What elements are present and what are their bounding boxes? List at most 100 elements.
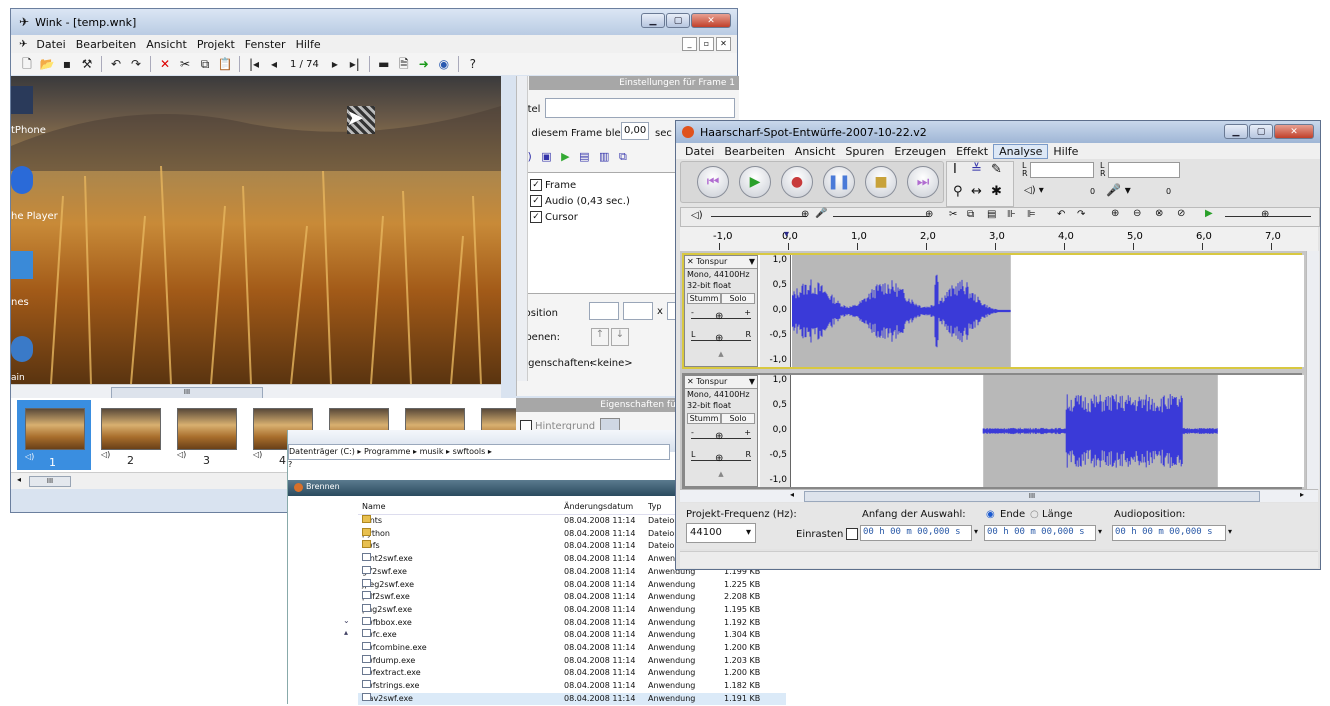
hscroll-thumb[interactable]: III bbox=[804, 491, 1260, 502]
pan-thumb[interactable]: ⊕ bbox=[715, 453, 723, 464]
position-x-input[interactable] bbox=[589, 302, 619, 320]
timeshift-tool-icon[interactable]: ↔ bbox=[971, 184, 982, 199]
burn-icon[interactable] bbox=[294, 483, 303, 492]
nav-scroll-up-icon[interactable]: ▴ bbox=[344, 628, 348, 637]
mute-button[interactable]: Stumm bbox=[687, 413, 721, 424]
chevron-down-icon[interactable]: ▾ bbox=[746, 527, 751, 538]
radio-ende[interactable]: ◉ bbox=[986, 509, 995, 520]
skip-start-button[interactable]: ⏮ bbox=[697, 166, 729, 198]
frame-canvas[interactable]: tPhone he Player nes ain ➤ bbox=[11, 76, 501, 384]
audio-track[interactable]: ✕ Tonspur ▼ Mono, 44100Hz 32-bit float Stum… bbox=[682, 253, 1304, 369]
frame-tool-icon[interactable]: ▥ bbox=[599, 150, 609, 163]
explorer-help-mark[interactable]: ? bbox=[288, 460, 292, 469]
paste-icon[interactable]: 📋 bbox=[217, 56, 233, 72]
silence-tool-icon[interactable]: ⊫ bbox=[1027, 209, 1036, 220]
save-icon[interactable]: ▪ bbox=[59, 56, 75, 72]
audio-track[interactable]: ✕ Tonspur ▼ Mono, 44100Hz 32-bit float Stum… bbox=[682, 373, 1304, 489]
pan-thumb[interactable]: ⊕ bbox=[715, 333, 723, 344]
selection-start-time[interactable]: 00 h 00 m 00,000 s bbox=[860, 525, 972, 541]
position-y-input[interactable] bbox=[623, 302, 653, 320]
layer-down-button[interactable]: ↓ bbox=[611, 328, 629, 346]
header-name[interactable]: Name bbox=[362, 500, 386, 514]
wink-menu-fenster[interactable]: Fenster bbox=[240, 38, 291, 51]
frame-thumbnail-3[interactable] bbox=[177, 408, 237, 450]
stop-button[interactable]: ■ bbox=[865, 166, 897, 198]
audacity-menu-effekt[interactable]: Effekt bbox=[951, 145, 993, 158]
skip-end-button[interactable]: ⏭ bbox=[907, 166, 939, 198]
open-folder-icon[interactable]: 📂 bbox=[39, 56, 55, 72]
wink-titlebar[interactable]: ✈ Wink - [temp.wnk] ▁ ▢ ✕ bbox=[11, 9, 737, 35]
track-collapse-icon[interactable]: ▲ bbox=[685, 350, 757, 358]
audacity-menu-spuren[interactable]: Spuren bbox=[840, 145, 889, 158]
audacity-titlebar[interactable]: Haarscharf-Spot-Entwürfe-2007-10-22.v2 ▁… bbox=[676, 121, 1320, 143]
play-speed-thumb[interactable]: ⊕ bbox=[1261, 209, 1269, 220]
maximize-icon[interactable]: ▢ bbox=[666, 13, 690, 28]
track-name[interactable]: Tonspur bbox=[694, 377, 727, 386]
wink-menu-hilfe[interactable]: Hilfe bbox=[291, 38, 326, 51]
check-cursor-box[interactable]: ✓ bbox=[530, 211, 542, 223]
file-row[interactable]: swfstrings.exe 08.04.2008 11:14 Anwendung 1… bbox=[358, 680, 786, 693]
file-row[interactable]: pdf2swf.exe 08.04.2008 11:14 Anwendung 2.20… bbox=[358, 591, 786, 604]
button-tool-icon[interactable]: ▶ bbox=[561, 150, 569, 163]
minimize-icon[interactable]: ▁ bbox=[641, 13, 665, 28]
output-meter-bar[interactable] bbox=[1030, 162, 1094, 178]
delete-icon[interactable]: ✕ bbox=[157, 56, 173, 72]
new-file-icon[interactable]: 🗋 bbox=[19, 56, 35, 72]
help-icon[interactable]: ? bbox=[465, 56, 481, 72]
track-menu-icon[interactable]: ▼ bbox=[749, 376, 755, 388]
track-menu-icon[interactable]: ▼ bbox=[749, 256, 755, 268]
pan-slider[interactable]: L R ⊕ bbox=[685, 328, 757, 350]
hscroll-right-icon[interactable]: ▸ bbox=[1300, 490, 1304, 499]
mdi-minimize-icon[interactable]: _ bbox=[682, 37, 697, 51]
check-frame-box[interactable]: ✓ bbox=[530, 179, 542, 191]
speaker-meter-icon[interactable]: ◁) ▾ bbox=[1024, 185, 1044, 196]
output-volume-slider[interactable] bbox=[711, 216, 807, 217]
draw-tool-icon[interactable]: ✎ bbox=[991, 162, 1002, 177]
end-time-format-icon[interactable]: ▾ bbox=[1098, 527, 1102, 536]
file-row[interactable]: swfcombine.exe 08.04.2008 11:14 Anwendung 1… bbox=[358, 642, 786, 655]
mdi-restore-icon[interactable]: ▫ bbox=[699, 37, 714, 51]
copy-icon[interactable]: ⧉ bbox=[197, 56, 213, 72]
copy-tool-icon[interactable]: ⧉ bbox=[967, 209, 974, 220]
waveform[interactable] bbox=[792, 375, 1304, 487]
audacity-menu-analyse[interactable]: Analyse bbox=[993, 143, 1049, 159]
timeline-ruler[interactable]: -1,0 0,0 1,0 2,0 3,0 4,0 5,0 6,0 7,0 ▾ bbox=[680, 227, 1318, 252]
redo-tool-icon[interactable]: ↷ bbox=[1077, 209, 1085, 220]
audio-position-time[interactable]: 00 h 00 m 00,000 s bbox=[1112, 525, 1226, 541]
solo-button[interactable]: Solo bbox=[721, 413, 755, 424]
stay-duration-input[interactable]: 0,00 bbox=[621, 122, 649, 140]
wink-menu-datei[interactable]: Datei bbox=[31, 38, 70, 51]
audiopos-format-icon[interactable]: ▾ bbox=[1228, 527, 1232, 536]
wink-menu-projekt[interactable]: Projekt bbox=[192, 38, 240, 51]
input-volume-slider[interactable] bbox=[833, 216, 929, 217]
trim-tool-icon[interactable]: ⊪ bbox=[1007, 209, 1016, 220]
export-arrow-icon[interactable]: ➜ bbox=[416, 56, 432, 72]
record-button[interactable]: ● bbox=[781, 166, 813, 198]
play-button[interactable]: ▶ bbox=[739, 166, 771, 198]
burn-button[interactable]: Brennen bbox=[306, 482, 340, 491]
breadcrumb-swftools[interactable]: swftools bbox=[453, 447, 486, 456]
breadcrumb-programme[interactable]: Programme bbox=[364, 447, 410, 456]
audacity-menu-bearbeiten[interactable]: Bearbeiten bbox=[719, 145, 789, 158]
play-at-speed-icon[interactable]: ▶ bbox=[1205, 208, 1213, 219]
file-row[interactable]: jpeg2swf.exe 08.04.2008 11:14 Anwendung 1.2… bbox=[358, 578, 786, 592]
waveform[interactable] bbox=[792, 255, 1304, 367]
track-close-icon[interactable]: ✕ bbox=[687, 377, 694, 386]
wizard-icon[interactable]: ⚒ bbox=[79, 56, 95, 72]
prev-frame-icon[interactable]: ◂ bbox=[266, 56, 282, 72]
render-icon[interactable]: ▬ bbox=[376, 56, 392, 72]
output-volume-thumb[interactable]: ⊕ bbox=[801, 209, 809, 220]
multi-tool-icon[interactable]: ✱ bbox=[991, 184, 1002, 199]
mdi-close-icon[interactable]: ✕ bbox=[716, 37, 731, 51]
check-audio-box[interactable]: ✓ bbox=[530, 195, 542, 207]
text-tool-icon[interactable]: ▤ bbox=[579, 150, 589, 163]
gain-thumb[interactable]: ⊕ bbox=[715, 311, 723, 322]
zoom-in-icon[interactable]: ⊕ bbox=[1111, 208, 1119, 219]
envelope-tool-icon[interactable]: ≚ bbox=[971, 162, 982, 177]
gain-slider[interactable]: - + ⊕ bbox=[685, 306, 757, 328]
cut-icon[interactable]: ✂ bbox=[177, 56, 193, 72]
audacity-minimize-icon[interactable]: ▁ bbox=[1224, 124, 1248, 139]
hscroll-left-icon[interactable]: ◂ bbox=[790, 490, 794, 499]
wink-menu-ansicht[interactable]: Ansicht bbox=[141, 38, 192, 51]
radio-laenge[interactable]: ○ bbox=[1030, 509, 1039, 520]
